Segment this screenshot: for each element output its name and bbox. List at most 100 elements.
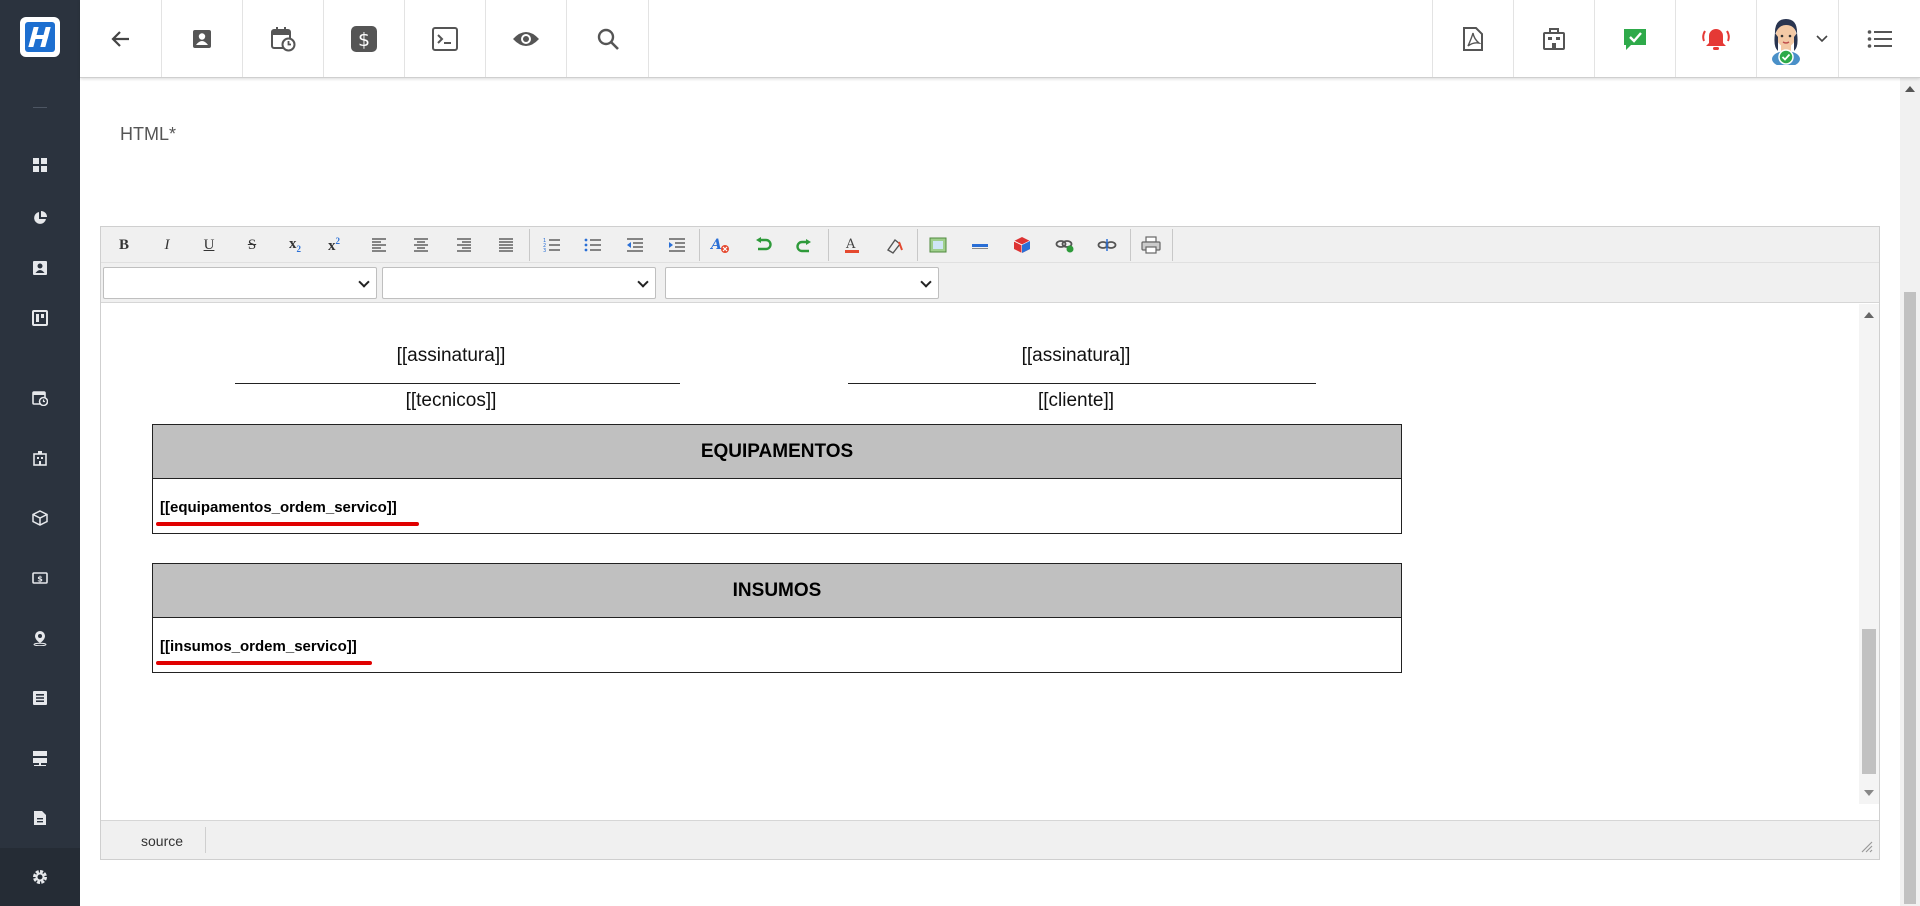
- table-cell: [[insumos_ordem_servico]]: [160, 638, 357, 655]
- bold-button[interactable]: B: [109, 231, 139, 259]
- horizontal-rule-icon: [972, 244, 988, 249]
- chevron-down-icon: [637, 276, 649, 288]
- sidebar-item-finance[interactable]: $: [0, 558, 80, 598]
- remove-format-icon: A: [710, 237, 729, 253]
- signature-placeholder-cliente: [[assinatura]]: [1021, 345, 1131, 366]
- scrollbar-thumb[interactable]: [1904, 292, 1916, 904]
- pdf-button[interactable]: [1432, 0, 1513, 77]
- insert-box-button[interactable]: [1007, 231, 1037, 259]
- insert-link-button[interactable]: [1050, 231, 1080, 259]
- svg-text:$: $: [37, 575, 43, 584]
- insert-image-button[interactable]: [923, 231, 953, 259]
- editor-scrollbar[interactable]: [1859, 304, 1879, 804]
- kanban-board-icon: [32, 310, 48, 326]
- sidebar-item-contacts[interactable]: [0, 248, 80, 288]
- subscript-button[interactable]: x2: [280, 231, 310, 259]
- sidebar-item-servers[interactable]: [0, 738, 80, 778]
- align-center-button[interactable]: [406, 231, 436, 259]
- sidebar-item-kanban[interactable]: [0, 298, 80, 338]
- eye-icon: [513, 31, 539, 46]
- sidebar-item-reports[interactable]: [0, 198, 80, 238]
- horizontal-rule-button[interactable]: [965, 231, 995, 259]
- scroll-up-arrow-icon[interactable]: [1905, 86, 1915, 92]
- svg-text:$: $: [358, 29, 370, 51]
- toolbar-separator: [828, 229, 829, 261]
- schedule-button[interactable]: [243, 0, 324, 77]
- table-header: INSUMOS: [153, 564, 1401, 618]
- logo-icon[interactable]: [20, 17, 60, 57]
- chevron-down-icon: [920, 276, 932, 288]
- print-button[interactable]: [1136, 231, 1166, 259]
- sidebar-item-schedule[interactable]: [0, 378, 80, 418]
- list-icon: [33, 691, 47, 705]
- rich-text-editor: B I U S x2 x2 123 A A [[assinatura]] [[t…: [100, 226, 1880, 860]
- menu-list-icon: [1867, 29, 1892, 48]
- search-icon: [597, 28, 619, 50]
- sidebar-item-documents[interactable]: [0, 798, 80, 838]
- underline-button[interactable]: U: [194, 231, 224, 259]
- unordered-list-button[interactable]: [578, 231, 608, 259]
- source-toggle[interactable]: source: [141, 833, 183, 849]
- alerts-button[interactable]: [1675, 0, 1756, 77]
- undo-button[interactable]: [748, 231, 778, 259]
- align-left-button[interactable]: [364, 231, 394, 259]
- search-button[interactable]: [567, 0, 649, 77]
- companies-button[interactable]: [1513, 0, 1594, 77]
- ordered-list-button[interactable]: 123: [537, 231, 567, 259]
- top-bar: $: [80, 0, 1920, 78]
- finance-button[interactable]: $: [324, 0, 405, 77]
- cube-icon: [32, 510, 48, 526]
- font-size-select[interactable]: [665, 267, 939, 299]
- strikethrough-button[interactable]: S: [237, 231, 267, 259]
- chart-pie-icon: [34, 211, 47, 224]
- align-right-button[interactable]: [449, 231, 479, 259]
- svg-text:A: A: [845, 237, 856, 252]
- redo-icon: [796, 239, 811, 253]
- editor-statusbar: source: [101, 820, 1879, 859]
- sidebar-item-lists[interactable]: [0, 678, 80, 718]
- back-button[interactable]: [80, 0, 162, 77]
- contacts-button[interactable]: [162, 0, 243, 77]
- chevron-down-icon: [358, 276, 370, 288]
- toolbar-separator: [1172, 229, 1173, 261]
- unlink-button[interactable]: [1092, 231, 1122, 259]
- signature-line: [235, 383, 680, 384]
- editor-document[interactable]: [[assinatura]] [[tecnicos]] [[assinatura…: [101, 304, 1859, 804]
- outdent-icon: [627, 238, 643, 252]
- highlight-button[interactable]: [880, 231, 910, 259]
- font-color-button[interactable]: A: [837, 231, 867, 259]
- sidebar-item-products[interactable]: [0, 498, 80, 538]
- spellcheck-underline: [156, 661, 372, 665]
- sidebar-item-locations[interactable]: [0, 618, 80, 658]
- resize-handle-icon[interactable]: [1859, 839, 1873, 853]
- sidebar-item-companies[interactable]: [0, 438, 80, 478]
- user-menu[interactable]: [1756, 0, 1838, 77]
- remove-format-button[interactable]: A: [705, 231, 735, 259]
- page-scrollbar[interactable]: [1900, 78, 1920, 906]
- scrollbar-thumb[interactable]: [1862, 629, 1876, 774]
- align-justify-button[interactable]: [491, 231, 521, 259]
- outdent-button[interactable]: [620, 231, 650, 259]
- back-arrow-icon: [110, 30, 129, 47]
- align-right-icon: [457, 238, 471, 252]
- dollar-icon: $: [351, 25, 377, 52]
- italic-icon: I: [164, 236, 170, 253]
- redo-button[interactable]: [789, 231, 819, 259]
- table-cell: [[equipamentos_ordem_servico]]: [160, 499, 397, 516]
- format-block-select[interactable]: [103, 267, 377, 299]
- sidebar-item-settings[interactable]: [0, 848, 80, 906]
- italic-button[interactable]: I: [152, 231, 182, 259]
- indent-icon: [669, 238, 685, 252]
- image-icon: [929, 237, 947, 253]
- terminal-button[interactable]: [405, 0, 486, 77]
- menu-button[interactable]: [1838, 0, 1920, 77]
- scroll-up-arrow-icon[interactable]: [1864, 312, 1874, 318]
- scroll-down-arrow-icon[interactable]: [1864, 790, 1874, 796]
- sidebar-item-dashboard[interactable]: [0, 145, 80, 185]
- messages-button[interactable]: [1594, 0, 1675, 77]
- preview-button[interactable]: [486, 0, 567, 77]
- font-family-select[interactable]: [382, 267, 656, 299]
- editor-format-toolbar: [101, 263, 1879, 303]
- indent-button[interactable]: [662, 231, 692, 259]
- superscript-button[interactable]: x2: [319, 231, 349, 259]
